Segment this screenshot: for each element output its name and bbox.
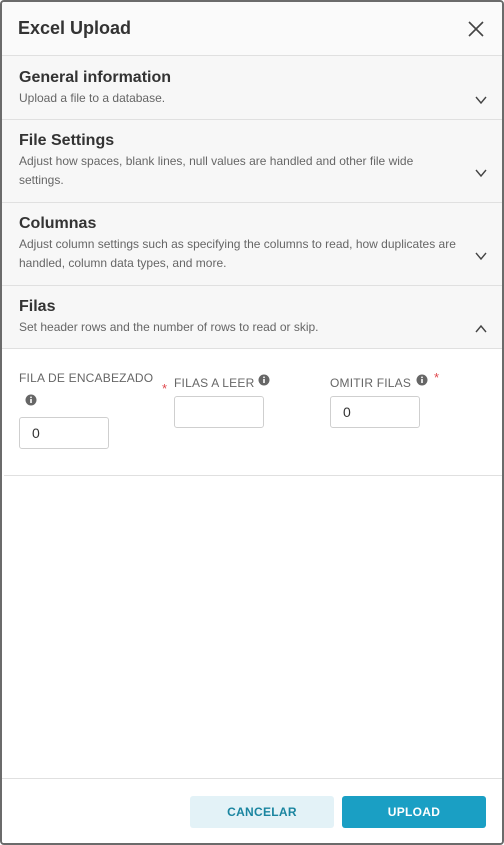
modal-title: Excel Upload [18, 18, 132, 38]
section-description: Adjust column settings such as specifyin… [19, 237, 456, 270]
cancel-button[interactable]: CANCELAR [190, 796, 334, 828]
section-general-information[interactable]: General information Upload a file to a d… [2, 56, 502, 120]
section-description: Adjust how spaces, blank lines, null val… [19, 154, 414, 187]
info-icon[interactable] [416, 373, 428, 386]
section-file-settings[interactable]: File Settings Adjust how spaces, blank l… [2, 120, 502, 203]
skip-rows-label: OMITIR FILAS [330, 376, 412, 390]
section-filas[interactable]: Filas Set header rows and the number of … [2, 286, 502, 349]
header-row-label: FILA DE ENCABEZADO [19, 371, 154, 385]
section-title: File Settings [19, 132, 115, 149]
chevron-up-icon[interactable] [474, 322, 488, 336]
skip-rows-input[interactable] [330, 396, 420, 428]
rows-to-read-label: FILAS A LEER [174, 376, 255, 390]
chevron-down-icon[interactable] [474, 93, 488, 107]
close-icon[interactable] [466, 19, 486, 39]
chevron-down-icon[interactable] [474, 249, 488, 263]
excel-upload-modal: Excel Upload General information Upload … [0, 0, 504, 845]
section-description: Upload a file to a database. [19, 91, 166, 105]
section-title: Filas [19, 298, 56, 315]
section-title: Columnas [19, 215, 97, 232]
section-columnas[interactable]: Columnas Adjust column settings such as … [2, 203, 502, 286]
section-title: General information [19, 69, 172, 86]
modal-header: Excel Upload [2, 2, 502, 56]
required-asterisk: * [162, 381, 168, 396]
chevron-down-icon[interactable] [474, 166, 488, 180]
header-row-input[interactable] [19, 417, 109, 449]
upload-button[interactable]: UPLOAD [342, 796, 486, 828]
info-icon[interactable] [258, 373, 270, 386]
section-description: Set header rows and the number of rows t… [19, 320, 319, 334]
rows-to-read-input[interactable] [174, 396, 264, 428]
required-asterisk: * [434, 370, 440, 385]
filas-panel: FILA DE ENCABEZADO * FILAS A LEER OMITIR… [4, 349, 502, 476]
modal-footer: CANCELAR UPLOAD [2, 778, 502, 843]
info-icon[interactable] [25, 393, 37, 406]
